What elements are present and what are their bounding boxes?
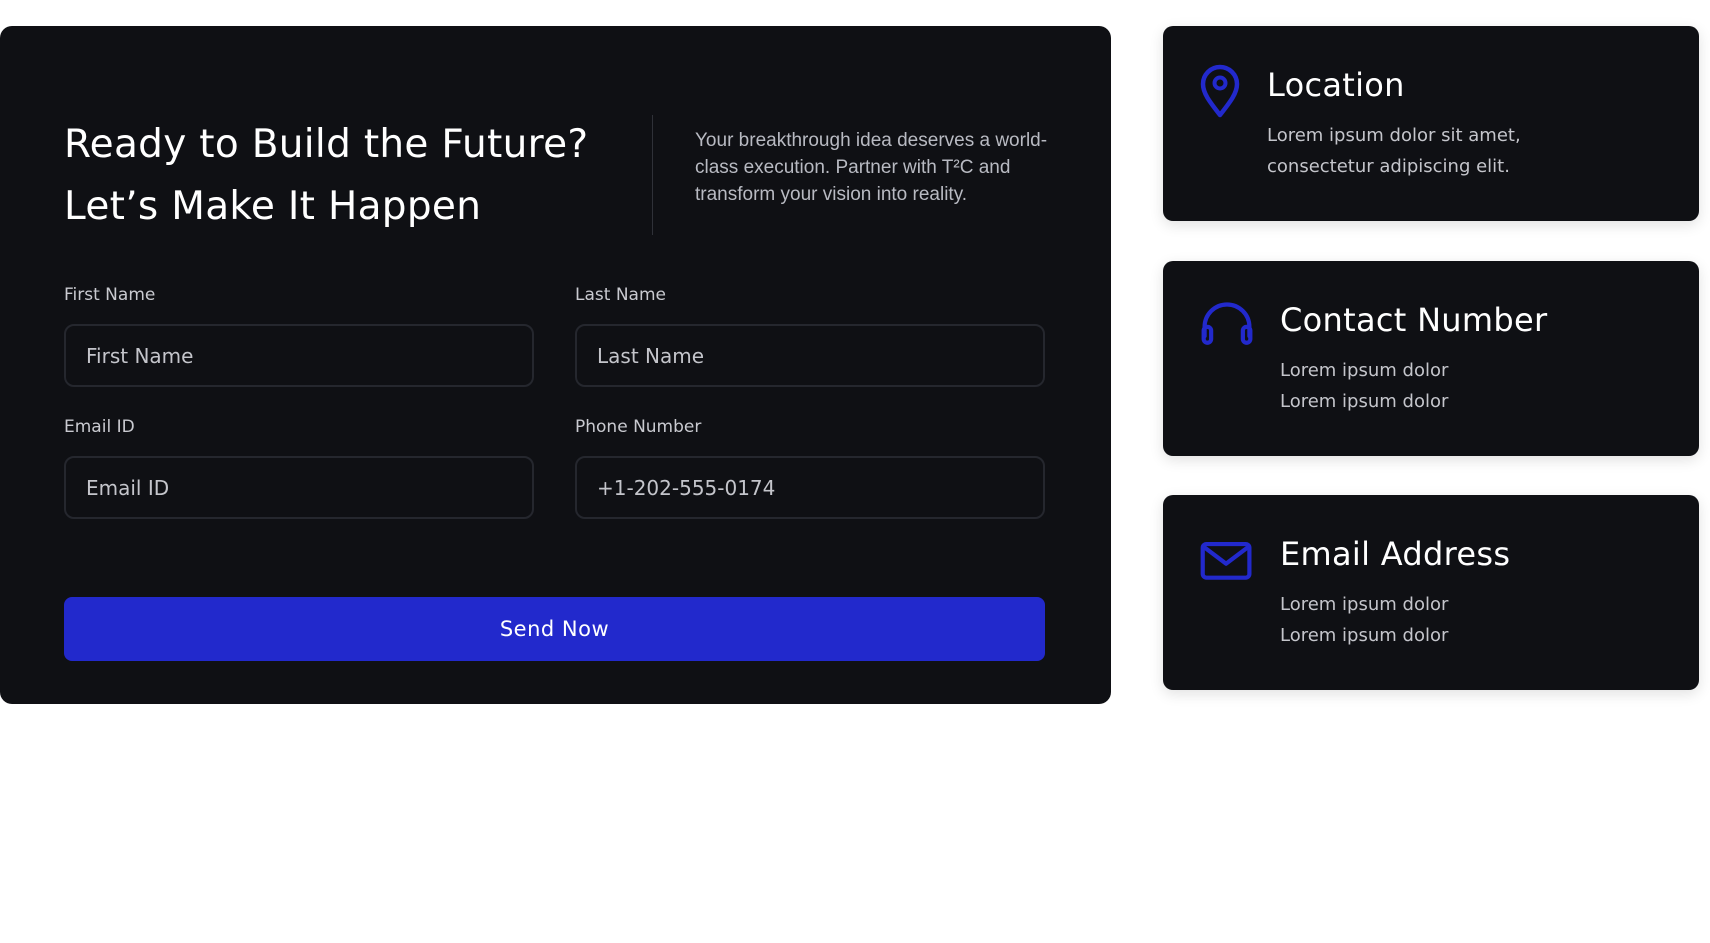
location-card: Location Lorem ipsum dolor sit amet, con… [1163,26,1699,221]
phone-number-label: Phone Number [575,417,702,437]
email-address-line-2: Lorem ipsum dolor [1280,625,1449,646]
headline-line-1: Ready to Build the Future? [64,122,589,167]
headline-line-2: Let’s Make It Happen [64,184,482,229]
headphones-icon [1201,302,1253,345]
last-name-label: Last Name [575,285,666,305]
form-headline: Ready to Build the Future? Let’s Make It … [64,114,624,238]
email-id-label: Email ID [64,417,135,437]
phone-number-input[interactable] [575,456,1045,519]
contact-number-card: Contact Number Lorem ipsum dolor Lorem i… [1163,261,1699,456]
location-line-2: consectetur adipiscing elit. [1267,156,1510,177]
contact-number-line-1: Lorem ipsum dolor [1280,360,1449,381]
intro-text: Your breakthrough idea deserves a world-… [695,130,1048,205]
header-divider [652,115,653,235]
email-address-title: Email Address [1280,535,1511,573]
first-name-input[interactable] [64,324,534,387]
contact-number-line-2: Lorem ipsum dolor [1280,391,1449,412]
contact-number-title: Contact Number [1280,301,1548,339]
contact-form-panel: Ready to Build the Future? Let’s Make It … [0,26,1111,704]
last-name-input[interactable] [575,324,1045,387]
location-pin-icon [1200,64,1240,118]
location-line-1: Lorem ipsum dolor sit amet, [1267,125,1521,146]
send-now-button[interactable]: Send Now [64,597,1045,661]
location-title: Location [1267,66,1405,104]
envelope-icon [1200,541,1252,580]
email-id-input[interactable] [64,456,534,519]
first-name-label: First Name [64,285,156,305]
email-address-line-1: Lorem ipsum dolor [1280,594,1449,615]
email-address-card: Email Address Lorem ipsum dolor Lorem ip… [1163,495,1699,690]
